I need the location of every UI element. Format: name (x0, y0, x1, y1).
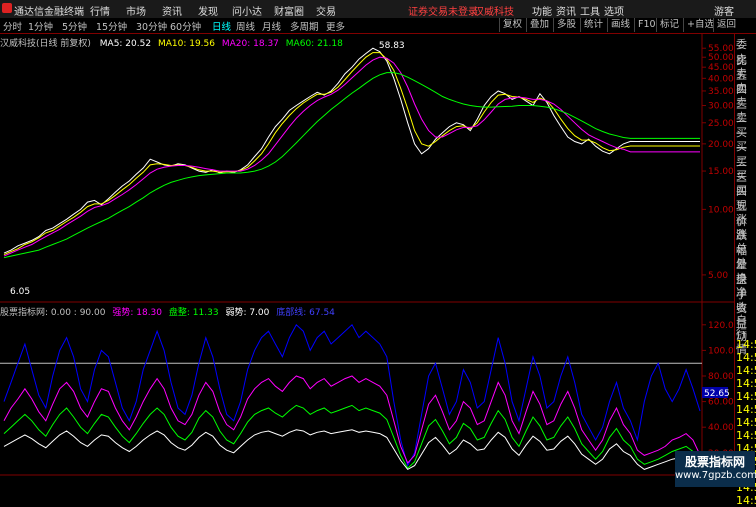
quote-side-panel: 委比 卖五 卖四 卖三 卖二 卖一 买一 买二 买三 买四 买五 现价 涨跌 涨幅 总量 外盘 换手 净资 收益 自动… (734, 34, 756, 507)
side-panel-item: 14:56 (736, 364, 756, 377)
y-tick-label: 50.00 (708, 53, 734, 63)
y-tick-label: 20.00 (708, 140, 734, 150)
y-tick-label: 15.00 (708, 167, 734, 177)
y-tick-label: 120.00 (708, 321, 734, 331)
watermark-title: 股票指标网 (684, 455, 745, 469)
value-box: 52.65 (702, 387, 730, 399)
side-panel-item: 14:56 (736, 416, 756, 429)
y-tick-label: 45.00 (708, 63, 734, 73)
site-watermark: 股票指标网 www.7gpzb.com (675, 451, 756, 487)
y-tick-label: 40.00 (708, 74, 734, 84)
high-price-label: 58.83 (379, 41, 405, 51)
series-line (3, 323, 701, 467)
side-panel-item: 14:56 (736, 338, 756, 351)
y-tick-label: 60.00 (708, 398, 734, 408)
weak-label: 弱势: 7.00 (225, 308, 270, 318)
y-tick-label: 25.00 (708, 119, 734, 129)
consolidate-label: 盘整: 11.33 (168, 308, 219, 318)
low-price-label: 6.05 (10, 287, 30, 297)
series-line (3, 52, 700, 256)
kline-chart[interactable]: 5.0010.0015.0020.0025.0030.0035.0040.004… (0, 0, 734, 487)
y-tick-label: 5.00 (708, 271, 728, 281)
indicator-params: : 0.00 : 90.00 (45, 308, 106, 318)
series-line (3, 375, 701, 464)
y-tick-label: 80.00 (708, 372, 734, 382)
y-tick-label: 100.00 (708, 346, 734, 356)
y-tick-label: 55.00 (708, 44, 734, 54)
indicator-lines (0, 323, 702, 471)
value-box-text: 52.65 (704, 389, 730, 399)
series-line (3, 47, 700, 254)
indicator-title: 股票指标网 (0, 308, 46, 318)
side-panel-item: 14:56 (736, 377, 756, 390)
ma-lines (3, 47, 700, 259)
price-axis: 5.00 10.00 15.00 20.00 25.00 30.00 35.00 40.004… (702, 44, 734, 281)
side-panel-item: 14:56 (736, 403, 756, 416)
series-line (3, 72, 700, 259)
strong-label: 强势: 18.30 (112, 308, 163, 318)
side-panel-item: 14:56 (736, 351, 756, 364)
y-tick-label: 10.00 (708, 205, 734, 215)
y-tick-label: 40.00 (708, 423, 734, 433)
series-line (3, 56, 700, 257)
indicator-info: 股票指标网: 0.00 : 90.00 强势: 18.30 盘整: 11.33 … (0, 305, 335, 318)
y-tick-label: 35.00 (708, 87, 734, 97)
side-panel-item: 14:56 (736, 390, 756, 403)
bottom-line-label: 底部线: 67.54 (276, 308, 335, 318)
watermark-url: www.7gpzb.com (675, 470, 756, 481)
side-panel-item: 14:56 (736, 429, 756, 442)
y-tick-label: 30.00 (708, 102, 734, 112)
side-panel-item: 14:56 (736, 494, 756, 507)
